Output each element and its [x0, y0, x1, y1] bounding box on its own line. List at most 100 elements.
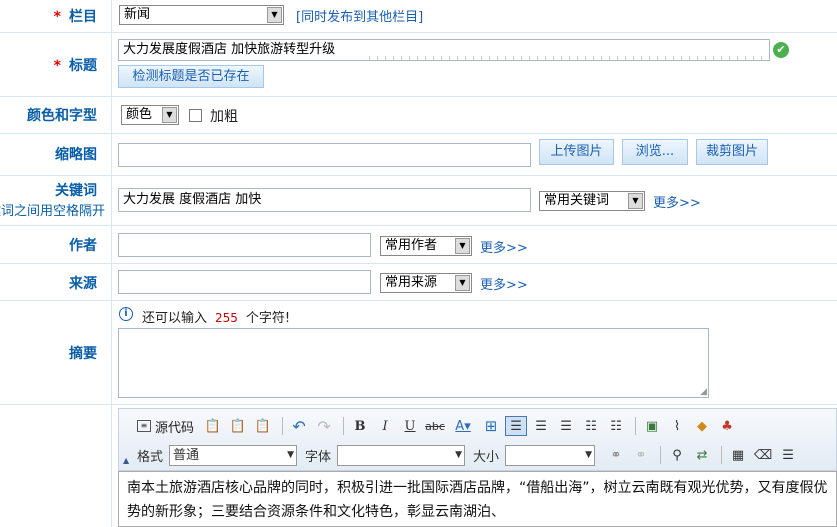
common-keywords-select[interactable]: 常用关键词 ▼	[539, 191, 645, 211]
link-icon[interactable]: ⚭	[605, 445, 627, 465]
strikethrough-icon[interactable]: abc	[424, 416, 446, 436]
paste-text-icon[interactable]: 📋	[227, 416, 249, 436]
title-input[interactable]: 大力发展度假酒店 加快旅游转型升级	[118, 39, 770, 61]
color-font-label-cell: 颜色和字型	[0, 97, 112, 133]
chevron-down-icon: ▼	[162, 107, 177, 123]
image-icon[interactable]: ▣	[641, 416, 663, 436]
font-select[interactable]: ▼	[337, 444, 466, 466]
source-code-icon[interactable]: ≡ 源代码	[137, 416, 194, 436]
common-keywords-value: 常用关键词	[544, 193, 610, 208]
required-mark: *	[53, 58, 61, 74]
thumbnail-input[interactable]	[118, 143, 531, 167]
crop-image-button[interactable]: 裁剪图片	[696, 139, 768, 165]
summary-info-suffix: 个字符!	[245, 311, 291, 326]
editor-label-cell	[0, 405, 112, 527]
align-center-icon[interactable]: ☰	[530, 416, 552, 436]
upload-image-button[interactable]: 上传图片	[539, 139, 614, 165]
bold-icon[interactable]: B	[349, 416, 371, 436]
color-select[interactable]: 颜色 ▼	[121, 105, 179, 125]
chevron-down-icon: ▼	[455, 449, 463, 460]
size-select[interactable]: ▼	[505, 444, 596, 466]
collapse-toolbar-icon[interactable]: ▲	[123, 456, 129, 465]
italic-icon[interactable]: I	[374, 416, 396, 436]
common-authors-select[interactable]: 常用作者 ▼	[380, 236, 472, 256]
toolbar-separator	[660, 446, 662, 464]
toolbar-separator	[721, 446, 723, 464]
toolbar-row-1: ≡ 源代码 📋 📋 📋 ↶ ↷ B I U abc A▾ ⊞ ☰ ☰ ☰ ☷ ☷ …	[137, 414, 741, 438]
source-code-label: 源代码	[155, 420, 195, 436]
sync-columns-link[interactable]: [同时发布到其他栏目]	[296, 6, 423, 25]
font-color-icon[interactable]: A▾	[449, 416, 477, 436]
common-sources-select[interactable]: 常用来源 ▼	[380, 273, 472, 293]
source-input[interactable]	[118, 270, 371, 294]
author-label: 作者	[69, 238, 97, 254]
horizontal-rule-icon[interactable]: ☰	[777, 445, 799, 465]
select-all-icon[interactable]: ▦	[727, 445, 749, 465]
keywords-input-value: 大力发展 度假酒店 加快	[123, 192, 262, 207]
color-select-value: 颜色	[126, 107, 153, 122]
chevron-down-icon: ▼	[455, 238, 470, 254]
keywords-label-cell: 关键词 多个关键词之间用空格隔开	[0, 176, 112, 225]
paste-icon[interactable]: 📋	[202, 416, 224, 436]
summary-remaining-count: 255	[215, 311, 238, 325]
summary-textarea[interactable]: ◢	[118, 328, 709, 398]
thumbnail-label: 缩略图	[55, 147, 97, 163]
title-input-value: 大力发展度假酒店 加快旅游转型升级	[123, 42, 336, 57]
undo-icon[interactable]: ↶	[288, 416, 310, 436]
title-row: * 标题 大力发展度假酒店 加快旅游转型升级 ✔ 检测标题是否已存在	[0, 33, 837, 97]
align-right-icon[interactable]: ☰	[555, 416, 577, 436]
font-label: 字体	[305, 449, 332, 465]
color-font-row: 颜色和字型 颜色 ▼ 加粗	[0, 97, 837, 134]
media-icon[interactable]: ◆	[691, 416, 713, 436]
author-label-cell: 作者	[0, 226, 112, 263]
eraser-icon[interactable]: ⌫	[752, 445, 774, 465]
chevron-down-icon: ▼	[455, 275, 470, 291]
underline-icon[interactable]: U	[399, 416, 421, 436]
summary-label: 摘要	[69, 346, 97, 362]
column-label: 栏目	[69, 9, 97, 25]
column-select-value: 新闻	[124, 7, 151, 22]
paste-word-icon[interactable]: 📋	[252, 416, 274, 436]
editor-content: 南本土旅游酒店核心品牌的同时，积极引进一批国际酒店品牌，“借船出海”，树立云南既…	[127, 480, 828, 520]
bulleted-list-icon[interactable]: ☷	[605, 416, 627, 436]
unlink-icon[interactable]: ⚭	[630, 445, 652, 465]
replace-icon[interactable]: ⇄	[691, 445, 713, 465]
author-input[interactable]	[118, 233, 371, 257]
column-select[interactable]: 新闻 ▼	[119, 5, 284, 25]
find-icon[interactable]: ⚲	[666, 445, 688, 465]
source-more-link[interactable]: 更多>>	[480, 274, 528, 293]
color-font-label: 颜色和字型	[27, 108, 97, 124]
format-select-value: 普通	[173, 447, 200, 463]
format-select[interactable]: 普通 ▼	[169, 444, 298, 466]
table-icon[interactable]: ⊞	[480, 416, 502, 436]
editor-content-area[interactable]: 南本土旅游酒店核心品牌的同时，积极引进一批国际酒店品牌，“借船出海”，树立云南既…	[118, 471, 837, 527]
align-left-icon[interactable]: ☰	[505, 416, 528, 436]
editor-toolbar: ≡ 源代码 📋 📋 📋 ↶ ↷ B I U abc A▾ ⊞ ☰ ☰ ☰ ☷ ☷ …	[118, 408, 837, 471]
column-row: * 栏目 新闻 ▼ [同时发布到其他栏目]	[0, 0, 837, 33]
common-sources-value: 常用来源	[385, 275, 438, 290]
thumbnail-row: 缩略图 上传图片 浏览... 裁剪图片	[0, 134, 837, 176]
toolbar-row-2: 格式 普通 ▼ 字体 ▼ 大小 ▼ ⚭ ⚭ ⚲ ⇄ ▦ ⌫ ☰	[137, 443, 802, 467]
check-title-button[interactable]: 检测标题是否已存在	[118, 65, 264, 88]
attachment-icon[interactable]: ⌇	[666, 416, 688, 436]
summary-label-cell: 摘要	[0, 301, 112, 404]
summary-info: 还可以输入 255 个字符!	[142, 307, 290, 326]
toolbar-separator	[635, 417, 637, 435]
bold-checkbox[interactable]	[189, 109, 202, 122]
summary-info-prefix: 还可以输入	[142, 311, 208, 326]
browse-button[interactable]: 浏览...	[622, 139, 688, 165]
required-mark: *	[53, 9, 61, 25]
redo-icon[interactable]: ↷	[313, 416, 335, 436]
author-row: 作者 常用作者 ▼ 更多>>	[0, 226, 837, 264]
special-icon[interactable]: ♣	[716, 416, 738, 436]
keywords-hint-text: 多个关键词之间用空格隔开	[0, 204, 105, 219]
bold-label: 加粗	[210, 109, 238, 125]
resize-handle-icon[interactable]: ◢	[700, 387, 707, 397]
toolbar-separator	[343, 417, 345, 435]
chevron-down-icon: ▼	[628, 193, 643, 209]
author-more-link[interactable]: 更多>>	[480, 237, 528, 256]
keywords-input[interactable]: 大力发展 度假酒店 加快	[118, 188, 531, 212]
keywords-more-link[interactable]: 更多>>	[653, 192, 701, 211]
summary-row: 摘要 i 还可以输入 255 个字符! ◢	[0, 301, 837, 405]
numbered-list-icon[interactable]: ☷	[580, 416, 602, 436]
